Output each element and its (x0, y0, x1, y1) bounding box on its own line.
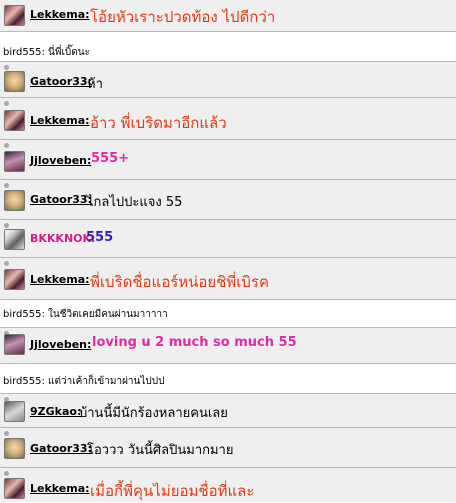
chat-message: พี่เบริดชื่อแอร์หน่อยชิพี่เบิรค (90, 273, 270, 291)
username-link[interactable]: Gatoor33: (30, 442, 92, 455)
username-link[interactable]: Lekkema: (30, 8, 90, 21)
username-link[interactable]: Jjloveben: (30, 154, 91, 167)
chat-message: โอ้ยหัวเราะปวดท้อง ไปดีกว่า (90, 8, 276, 26)
avatar[interactable] (4, 71, 25, 92)
chat-row: Lekkema: โอ้ยหัวเราะปวดท้อง ไปดีกว่า (0, 0, 456, 32)
system-message: bird555: ในชีวิตเคยมีคนผ่านมาาาาา (3, 309, 168, 320)
chat-row: 9ZGkao: บ้านนี้มีนักร้องหลายคนเลย (0, 394, 456, 428)
username-link[interactable]: Lekkema: (30, 114, 90, 127)
avatar[interactable] (4, 229, 25, 250)
chat-row: Gatoor33: ห้า (0, 62, 456, 98)
username-link[interactable]: Gatoor33: (30, 75, 92, 88)
chat-message: บ้านนี้มีนักร้องหลายคนเลย (79, 406, 228, 421)
system-line: bird555: นี่พี่เบิ๊ดนะ (0, 32, 456, 62)
chat-message: โอววว วันนี้ศิลปินมากมาย (87, 443, 234, 458)
avatar[interactable] (4, 190, 25, 211)
status-dot-icon (4, 143, 9, 148)
chat-message: เมื่อกี้พี่คุนไม่ยอมชื่อที่และ (90, 482, 255, 500)
avatar[interactable] (4, 5, 25, 26)
chat-row: BKKKNOK: 555 (0, 220, 456, 258)
status-dot-icon (4, 223, 9, 228)
avatar[interactable] (4, 151, 25, 172)
chat-message: ห้า (87, 77, 103, 92)
username-link[interactable]: Lekkema: (30, 273, 90, 286)
status-dot-icon (4, 101, 9, 106)
username-link[interactable]: Gatoor33: (30, 193, 92, 206)
username-link[interactable]: Jjloveben: (30, 338, 91, 351)
status-dot-icon (4, 261, 9, 266)
username-link[interactable]: 9ZGkao: (30, 405, 81, 418)
chat-row: Lekkema: เมื่อกี้พี่คุนไม่ยอมชื่อที่และ (0, 468, 456, 502)
avatar[interactable] (4, 438, 25, 459)
chat-message: ไกลไปปะแจง 55 (87, 195, 183, 210)
status-dot-icon (4, 431, 9, 436)
system-line: bird555: ในชีวิตเคยมีคนผ่านมาาาาา (0, 300, 456, 328)
system-line: bird555: แต่ว่าเค้าก็เข้ามาผ่านไปปป (0, 364, 456, 394)
system-message: bird555: แต่ว่าเค้าก็เข้ามาผ่านไปปป (3, 376, 165, 387)
status-dot-icon (4, 471, 9, 476)
status-dot-icon (4, 183, 9, 188)
chat-message: 555 (86, 230, 114, 245)
system-message: bird555: นี่พี่เบิ๊ดนะ (3, 47, 90, 58)
avatar[interactable] (4, 401, 25, 422)
chat-row: Gatoor33: ไกลไปปะแจง 55 (0, 180, 456, 220)
chat-row: Lekkema: พี่เบริดชื่อแอร์หน่อยชิพี่เบิรค (0, 258, 456, 300)
status-dot-icon (4, 65, 9, 70)
username-link[interactable]: Lekkema: (30, 482, 90, 495)
avatar[interactable] (4, 269, 25, 290)
chat-row: Jjloveben: loving u 2 much so much 55 (0, 328, 456, 364)
chat-row: Jjloveben: 555+ (0, 140, 456, 180)
chat-row: Lekkema: อ้าว พี่เบริดมาอีกแล้ว (0, 98, 456, 140)
chat-message: loving u 2 much so much 55 (92, 335, 297, 350)
chat-row: Gatoor33: โอววว วันนี้ศิลปินมากมาย (0, 428, 456, 468)
chat-message: อ้าว พี่เบริดมาอีกแล้ว (90, 114, 227, 132)
avatar[interactable] (4, 110, 25, 131)
avatar[interactable] (4, 334, 25, 355)
chat-message: 555+ (91, 151, 130, 166)
